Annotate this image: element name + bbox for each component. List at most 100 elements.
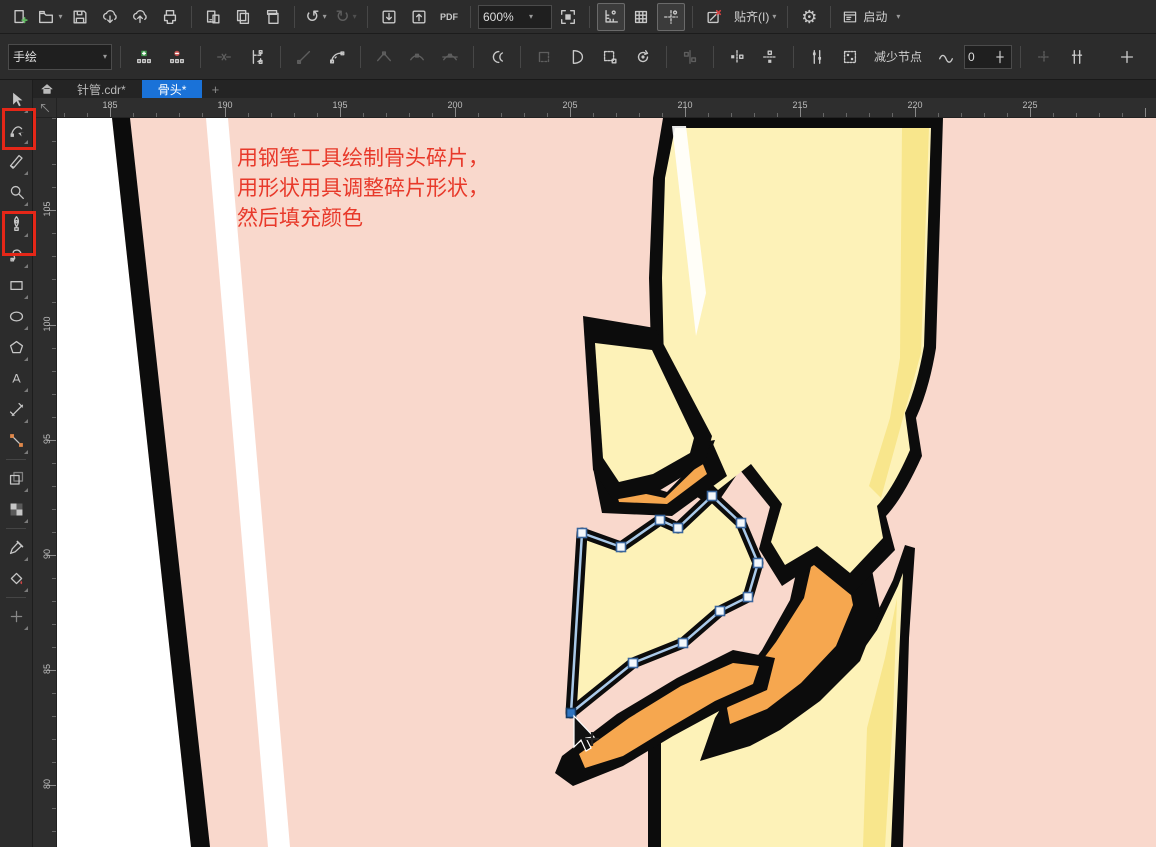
redo-button[interactable]: ↻ ▾	[332, 3, 360, 31]
path-node[interactable]	[714, 605, 726, 617]
open-button[interactable]: ▾	[36, 3, 64, 31]
preset-combobox[interactable]: 手绘 ▾	[8, 43, 112, 70]
reduce-nodes-button[interactable]: 减少节点	[868, 41, 928, 73]
select-all-nodes-button[interactable]	[835, 41, 865, 73]
v-ruler-label: 100	[42, 316, 52, 332]
reflect-horizontal-button[interactable]	[722, 41, 752, 73]
reflect-vertical-icon	[763, 49, 777, 63]
node-sliders-button[interactable]	[1062, 41, 1092, 73]
curve-settings-button[interactable]	[1029, 41, 1059, 73]
transform-nodes-button[interactable]	[595, 41, 625, 73]
add-tool-button[interactable]	[2, 601, 30, 632]
zoom-level-input[interactable]	[483, 9, 527, 24]
v-ruler-label: 105	[42, 201, 52, 217]
drop-shadow-tool[interactable]	[2, 463, 30, 494]
path-node[interactable]	[615, 541, 627, 553]
cloud-open-button[interactable]	[96, 3, 124, 31]
extend-curve-button[interactable]	[562, 41, 592, 73]
ellipse-tool[interactable]	[2, 301, 30, 332]
options-button[interactable]: ⚙	[795, 3, 823, 31]
reflect-vertical-button[interactable]	[755, 41, 785, 73]
print-button[interactable]	[156, 3, 184, 31]
smoothness-numbox[interactable]	[964, 44, 1013, 69]
path-node[interactable]	[742, 591, 754, 603]
separator	[1020, 45, 1022, 68]
snap-off-button[interactable]	[700, 3, 728, 31]
close-curve-button[interactable]	[529, 41, 559, 73]
path-node[interactable]	[576, 527, 588, 539]
path-node[interactable]	[654, 514, 666, 526]
separator	[360, 45, 361, 68]
chevron-down-icon: ▾	[58, 12, 63, 21]
redo-icon: ↻	[335, 7, 350, 26]
rotate-nodes-button[interactable]	[628, 41, 658, 73]
cloud-save-button[interactable]	[126, 3, 154, 31]
show-grid-button[interactable]	[627, 3, 655, 31]
vertical-ruler[interactable]: 105 100 95 90 85 80	[33, 118, 57, 847]
smooth-node-button[interactable]	[402, 41, 432, 73]
plus-icon: +	[211, 81, 220, 97]
elastic-mode-icon	[812, 49, 822, 64]
separator	[589, 5, 590, 28]
chevron-down-icon: ▾	[529, 12, 534, 21]
dimension-tool[interactable]	[2, 394, 30, 425]
smart-fill-tool[interactable]	[2, 563, 30, 594]
paste-special-button[interactable]	[199, 3, 227, 31]
save-button[interactable]	[66, 3, 94, 31]
smoothness-input[interactable]	[968, 49, 993, 64]
zoom-tool[interactable]	[2, 177, 30, 208]
crop-tool[interactable]	[2, 146, 30, 177]
connector-tool[interactable]	[2, 425, 30, 456]
reverse-direction-button[interactable]	[482, 41, 512, 73]
smoothness-slider-icon[interactable]	[992, 49, 1008, 65]
path-node[interactable]	[677, 637, 689, 649]
convert-to-line-button[interactable]	[289, 41, 319, 73]
cusp-node-button[interactable]	[369, 41, 399, 73]
import-button[interactable]	[375, 3, 403, 31]
join-nodes-button[interactable]	[209, 41, 239, 73]
tab-document-2-active[interactable]: 骨头*	[141, 80, 203, 98]
open-folder-icon	[39, 10, 54, 23]
pdf-export-button[interactable]: PDF	[435, 3, 463, 31]
copy-button[interactable]	[229, 3, 257, 31]
separator	[367, 5, 368, 28]
separator	[294, 5, 295, 28]
align-nodes-button[interactable]	[675, 41, 705, 73]
import-icon	[382, 9, 396, 24]
join-nodes-icon	[217, 53, 231, 60]
tab-document-1[interactable]: 针管.cdr*	[61, 80, 142, 98]
add-nodes-button[interactable]	[129, 41, 159, 73]
new-tab-button[interactable]: +	[202, 80, 228, 98]
path-node[interactable]	[672, 522, 684, 534]
convert-to-curve-button[interactable]	[322, 41, 352, 73]
fullscreen-preview-button[interactable]	[554, 3, 582, 31]
drawing-canvas[interactable]: 用钢笔工具绘制骨头碎片， 用形状用具调整碎片形状， 然后填充颜色	[57, 118, 1156, 847]
elastic-mode-button[interactable]	[802, 41, 832, 73]
ruler-origin-button[interactable]	[33, 98, 57, 118]
path-node[interactable]	[735, 517, 747, 529]
polygon-tool[interactable]	[2, 332, 30, 363]
eyedropper-tool[interactable]	[2, 532, 30, 563]
paste-button[interactable]	[259, 3, 287, 31]
undo-button[interactable]: ↺ ▾	[302, 3, 330, 31]
path-node[interactable]	[706, 490, 718, 502]
snap-menu-button[interactable]: 贴齐(I) ▾	[730, 3, 780, 31]
new-document-button[interactable]	[6, 3, 34, 31]
launch-button[interactable]: 启动 ▾	[838, 3, 904, 31]
symmetrical-node-button[interactable]	[435, 41, 465, 73]
break-nodes-button[interactable]	[242, 41, 272, 73]
transform-nodes-icon	[603, 50, 617, 64]
show-rulers-button[interactable]	[597, 2, 625, 31]
show-guidelines-button[interactable]	[657, 2, 685, 31]
zoom-level-combobox[interactable]: ▾	[478, 4, 552, 29]
property-bar-add-button[interactable]	[1112, 41, 1142, 73]
export-button[interactable]	[405, 3, 433, 31]
delete-nodes-button[interactable]	[162, 41, 192, 73]
text-tool[interactable]: A	[2, 363, 30, 394]
path-node[interactable]	[627, 657, 639, 669]
home-tab-button[interactable]	[33, 80, 61, 98]
path-node[interactable]	[752, 557, 764, 569]
transparency-tool[interactable]	[2, 494, 30, 525]
horizontal-ruler[interactable]: 185 190 195 200 205 210 215 220 225	[57, 98, 1156, 118]
rectangle-tool[interactable]	[2, 270, 30, 301]
